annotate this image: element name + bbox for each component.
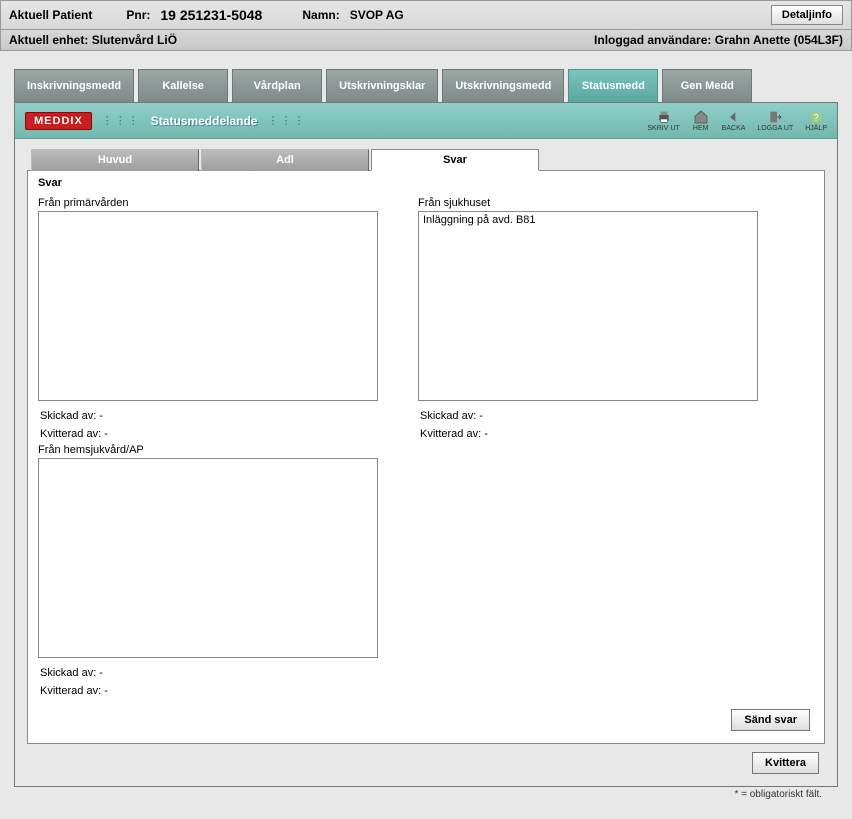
primarvarden-label: Från primärvården: [38, 197, 398, 209]
nav-tab-utskrivningsklar[interactable]: Utskrivningsklar: [326, 69, 438, 102]
toolbar-dots-2: ⋮⋮⋮: [267, 114, 306, 127]
sjukhuset-kvitterad: Kvitterad av: -: [420, 428, 778, 440]
unit-header: Aktuell enhet: Slutenvård LiÖ Inloggad a…: [0, 30, 852, 51]
namn-label: Namn:: [302, 8, 339, 22]
section-title: Svar: [38, 177, 814, 189]
toolbar-dots: ⋮⋮⋮: [102, 114, 141, 127]
primarvarden-textarea[interactable]: [38, 211, 378, 401]
sub-tab-huvud[interactable]: Huvud: [31, 149, 199, 171]
hemsjukvard-textarea[interactable]: [38, 458, 378, 658]
sjukhuset-skickad: Skickad av: -: [420, 410, 778, 422]
main-panel: MEDDIX ⋮⋮⋮ Statusmeddelande ⋮⋮⋮ SKRIV UT…: [14, 102, 838, 787]
aktuell-patient-label: Aktuell Patient: [9, 8, 92, 22]
inloggad-value: Grahn Anette (054L3F): [715, 33, 843, 47]
footnote: * = obligatoriskt fält.: [14, 787, 838, 800]
brand-logo: MEDDIX: [25, 112, 92, 130]
home-icon[interactable]: HEM: [692, 109, 710, 132]
back-icon[interactable]: BACKA: [722, 109, 746, 132]
print-icon[interactable]: SKRIV UT: [647, 109, 679, 132]
logout-icon[interactable]: LOGGA UT: [757, 109, 793, 132]
sub-tabs: HuvudAdlSvar: [31, 149, 825, 171]
sub-tab-svar[interactable]: Svar: [371, 149, 539, 171]
send-svar-button[interactable]: Sänd svar: [731, 709, 810, 731]
toolbar-title: Statusmeddelande: [151, 114, 258, 128]
sub-tab-adl[interactable]: Adl: [201, 149, 369, 171]
aktuell-enhet-value: Slutenvård LiÖ: [92, 33, 177, 47]
nav-tab-gen medd[interactable]: Gen Medd: [662, 69, 752, 102]
hemsjukvard-skickad: Skickad av: -: [40, 667, 398, 679]
svar-form: Svar Från primärvården Skickad av: - Kvi…: [27, 170, 825, 744]
pnr-label: Pnr:: [126, 8, 150, 22]
detaljinfo-button[interactable]: Detaljinfo: [771, 5, 843, 25]
hemsjukvard-kvitterad: Kvitterad av: -: [40, 685, 398, 697]
inloggad-label: Inloggad användare:: [594, 33, 711, 47]
primarvarden-kvitterad: Kvitterad av: -: [40, 428, 398, 440]
hemsjukvard-label: Från hemsjukvård/AP: [38, 444, 398, 456]
primarvarden-skickad: Skickad av: -: [40, 410, 398, 422]
sjukhuset-label: Från sjukhuset: [418, 197, 778, 209]
help-icon[interactable]: ?HJÄLP: [805, 109, 827, 132]
nav-tab-kallelse[interactable]: Kallelse: [138, 69, 228, 102]
nav-tab-statusmedd[interactable]: Statusmedd: [568, 69, 658, 102]
patient-header: Aktuell Patient Pnr: 19 251231-5048 Namn…: [0, 0, 852, 30]
sjukhuset-textarea[interactable]: [418, 211, 758, 401]
svg-text:?: ?: [813, 112, 818, 122]
nav-tab-vårdplan[interactable]: Vårdplan: [232, 69, 322, 102]
aktuell-enhet-label: Aktuell enhet:: [9, 33, 88, 47]
nav-tab-utskrivningsmedd[interactable]: Utskrivningsmedd: [442, 69, 564, 102]
namn-value: SVOP AG: [350, 8, 404, 22]
toolbar: MEDDIX ⋮⋮⋮ Statusmeddelande ⋮⋮⋮ SKRIV UT…: [15, 103, 837, 139]
kvittera-button[interactable]: Kvittera: [752, 752, 819, 774]
pnr-value: 19 251231-5048: [160, 7, 262, 23]
nav-tab-inskrivningsmedd[interactable]: Inskrivningsmedd: [14, 69, 134, 102]
main-nav: InskrivningsmeddKallelseVårdplanUtskrivn…: [14, 69, 838, 102]
